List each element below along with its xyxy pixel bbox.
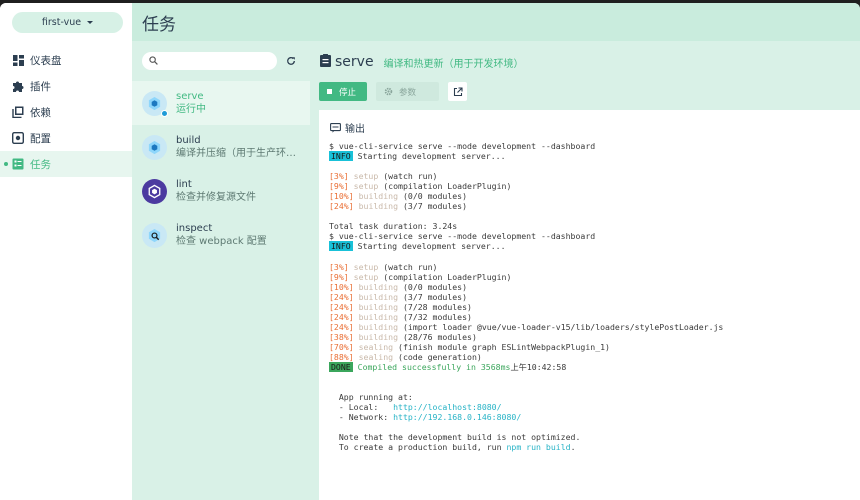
sidebar-item-tasks[interactable]: 任务	[0, 151, 132, 177]
sidebar-nav: 仪表盘 插件 依赖 配置 任务	[0, 47, 132, 177]
webpack-inspect-icon	[142, 222, 167, 248]
open-app-button[interactable]	[448, 82, 467, 101]
log-line: [70%] sealing (finish module graph ESLin…	[329, 341, 610, 352]
task-name: inspect	[176, 223, 213, 234]
log-line: [24%] building (7/32 modules)	[329, 311, 472, 322]
terminal-log: $ vue-cli-service serve --mode developme…	[329, 141, 723, 452]
tasks-icon	[12, 158, 24, 170]
settings-icon	[12, 132, 24, 144]
webpack-icon	[142, 90, 168, 117]
sidebar-item-label: 依赖	[30, 106, 51, 119]
gear-icon	[384, 87, 393, 96]
puzzle-icon	[12, 80, 24, 92]
page-title: 任务	[142, 14, 176, 35]
task-details-panel: serve 编译和热更新（用于开发环境） 停止 参数 输出 $ vue-cli-…	[310, 41, 860, 500]
library-icon	[12, 106, 24, 118]
sidebar-item-label: 配置	[30, 132, 51, 145]
log-line: To create a production build, run npm ru…	[329, 442, 576, 453]
task-name: serve	[176, 91, 204, 102]
log-line: [24%] building (import loader @vue/vue-l…	[329, 321, 724, 332]
caret-down-icon	[87, 21, 94, 24]
log-line: [24%] building (3/7 modules)	[329, 201, 468, 212]
log-line: DONE Compiled successfully in 3568ms上午10…	[329, 362, 567, 373]
log-line: - Local: http://localhost:8080/	[329, 402, 502, 413]
webpack-icon	[142, 134, 167, 160]
log-line: [3%] setup (watch run)	[329, 171, 438, 182]
parameters-button[interactable]: 参数	[376, 82, 439, 101]
task-icon	[320, 54, 331, 70]
project-selector[interactable]: first-vue	[12, 12, 123, 33]
project-name: first-vue	[41, 17, 82, 28]
sidebar: first-vue 仪表盘 插件 依赖 配置 任务	[0, 3, 132, 500]
task-item-build[interactable]: build 编译并压缩（用于生产环境）	[132, 125, 310, 169]
sidebar-item-label: 插件	[30, 80, 51, 93]
task-item-lint[interactable]: lint 检查并修复源文件	[132, 169, 310, 213]
search-icon	[149, 55, 158, 68]
refresh-icon[interactable]	[286, 56, 296, 66]
task-search-input[interactable]	[142, 52, 277, 70]
task-item-inspect[interactable]: inspect 检查 webpack 配置	[132, 213, 310, 257]
log-line: [9%] setup (compilation LoaderPlugin)	[329, 271, 512, 282]
log-line: [10%] building (0/0 modules)	[329, 191, 468, 202]
task-desc: 运行中	[176, 104, 206, 115]
task-title-name: serve	[335, 54, 374, 70]
log-line: [24%] building (7/28 modules)	[329, 301, 472, 312]
eslint-icon	[142, 178, 167, 204]
log-line: [10%] building (0/0 modules)	[329, 281, 468, 292]
task-title: serve 编译和热更新（用于开发环境）	[320, 54, 524, 70]
log-line: INFO Starting development server...	[329, 151, 506, 162]
task-title-desc: 编译和热更新（用于开发环境）	[383, 58, 524, 70]
external-link-icon	[453, 86, 463, 97]
log-line: [88%] sealing (code generation)	[329, 351, 482, 362]
task-desc: 编译并压缩（用于生产环境）	[176, 148, 302, 159]
sidebar-item-dependencies[interactable]: 依赖	[0, 99, 132, 125]
log-line: Note that the development build is not o…	[329, 432, 581, 443]
sidebar-item-config[interactable]: 配置	[0, 125, 132, 151]
parameters-label: 参数	[399, 87, 417, 98]
sidebar-item-label: 仪表盘	[30, 54, 62, 67]
running-badge	[161, 109, 168, 117]
task-name: build	[176, 135, 201, 146]
log-line: Total task duration: 3.24s	[329, 221, 458, 232]
log-line: $ vue-cli-service serve --mode developme…	[329, 231, 596, 242]
task-desc: 检查并修复源文件	[176, 192, 256, 203]
stop-button[interactable]: 停止	[319, 82, 367, 101]
stop-icon	[327, 89, 332, 94]
log-line: [38%] building (28/76 modules)	[329, 331, 477, 342]
log-line: [24%] building (3/7 modules)	[329, 291, 468, 302]
active-indicator	[4, 162, 8, 166]
log-line: - Network: http://192.168.0.146:8080/	[329, 412, 522, 423]
task-toolbar: 停止 参数	[319, 82, 467, 101]
task-desc: 检查 webpack 配置	[176, 236, 267, 247]
sidebar-item-dashboard[interactable]: 仪表盘	[0, 47, 132, 73]
task-list-panel: serve 运行中 build 编译并压缩（用于生产环境） lint 检查并修复…	[132, 41, 310, 500]
log-line: [3%] setup (watch run)	[329, 261, 438, 272]
output-panel: 输出 $ vue-cli-service serve --mode develo…	[319, 110, 860, 500]
task-item-serve[interactable]: serve 运行中	[132, 81, 310, 125]
output-header: 输出	[330, 120, 365, 135]
stop-label: 停止	[339, 87, 357, 98]
log-line: INFO Starting development server...	[329, 241, 506, 252]
task-name: lint	[176, 179, 192, 190]
log-line: App running at:	[329, 392, 413, 403]
page-header: 任务	[132, 3, 860, 41]
sidebar-item-plugins[interactable]: 插件	[0, 73, 132, 99]
log-line: $ vue-cli-service serve --mode developme…	[329, 141, 596, 151]
message-icon	[330, 122, 341, 133]
dashboard-icon	[12, 54, 24, 66]
task-search-row	[132, 41, 310, 81]
output-title: 输出	[345, 124, 365, 135]
log-line: [9%] setup (compilation LoaderPlugin)	[329, 181, 512, 192]
app-window: first-vue 仪表盘 插件 依赖 配置 任务 任务 serve 运行中 b…	[0, 3, 860, 500]
sidebar-item-label: 任务	[30, 158, 51, 171]
